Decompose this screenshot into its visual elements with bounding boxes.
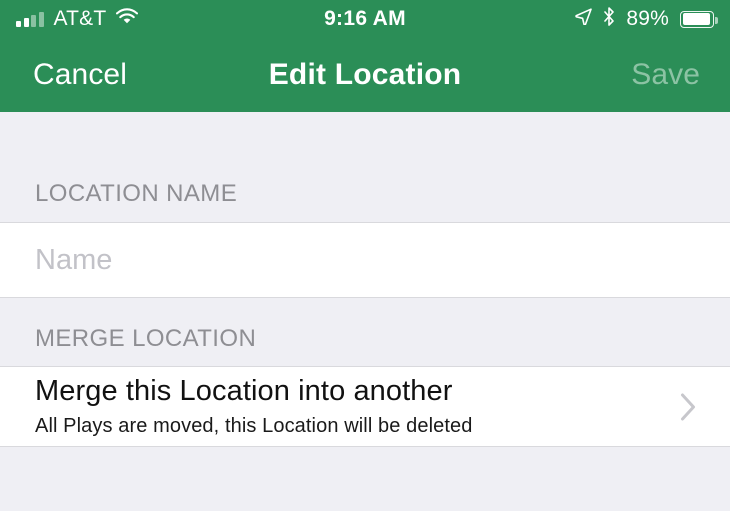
merge-location-title: Merge this Location into another	[35, 375, 453, 408]
battery-percent-label: 89%	[626, 7, 669, 30]
merge-location-row[interactable]: Merge this Location into another All Pla…	[0, 366, 730, 447]
chevron-right-icon	[680, 393, 696, 421]
section-header-location-name: LOCATION NAME	[35, 180, 238, 207]
merge-location-subtitle: All Plays are moved, this Location will …	[35, 414, 473, 437]
status-bar-left: AT&T	[16, 7, 139, 31]
location-arrow-icon	[575, 8, 593, 30]
location-name-input[interactable]	[0, 243, 730, 277]
carrier-label: AT&T	[53, 7, 107, 30]
section-header-merge-location: MERGE LOCATION	[35, 325, 257, 352]
phone-screen: AT&T 9:16 AM 89% Cancel Edit Location Sa…	[0, 0, 730, 511]
page-title: Edit Location	[268, 58, 462, 91]
wifi-icon	[116, 8, 139, 30]
status-bar: AT&T 9:16 AM 89%	[0, 0, 730, 38]
form-content: LOCATION NAME MERGE LOCATION Merge this …	[0, 112, 730, 511]
status-bar-right: 89%	[575, 0, 718, 38]
clock-label: 9:16 AM	[324, 7, 406, 30]
battery-icon	[680, 10, 718, 28]
location-name-cell[interactable]	[0, 222, 730, 298]
save-button[interactable]: Save	[631, 58, 700, 92]
signal-bars-icon	[16, 11, 44, 27]
navigation-bar: Cancel Edit Location Save	[0, 38, 730, 112]
bluetooth-icon	[603, 7, 615, 31]
